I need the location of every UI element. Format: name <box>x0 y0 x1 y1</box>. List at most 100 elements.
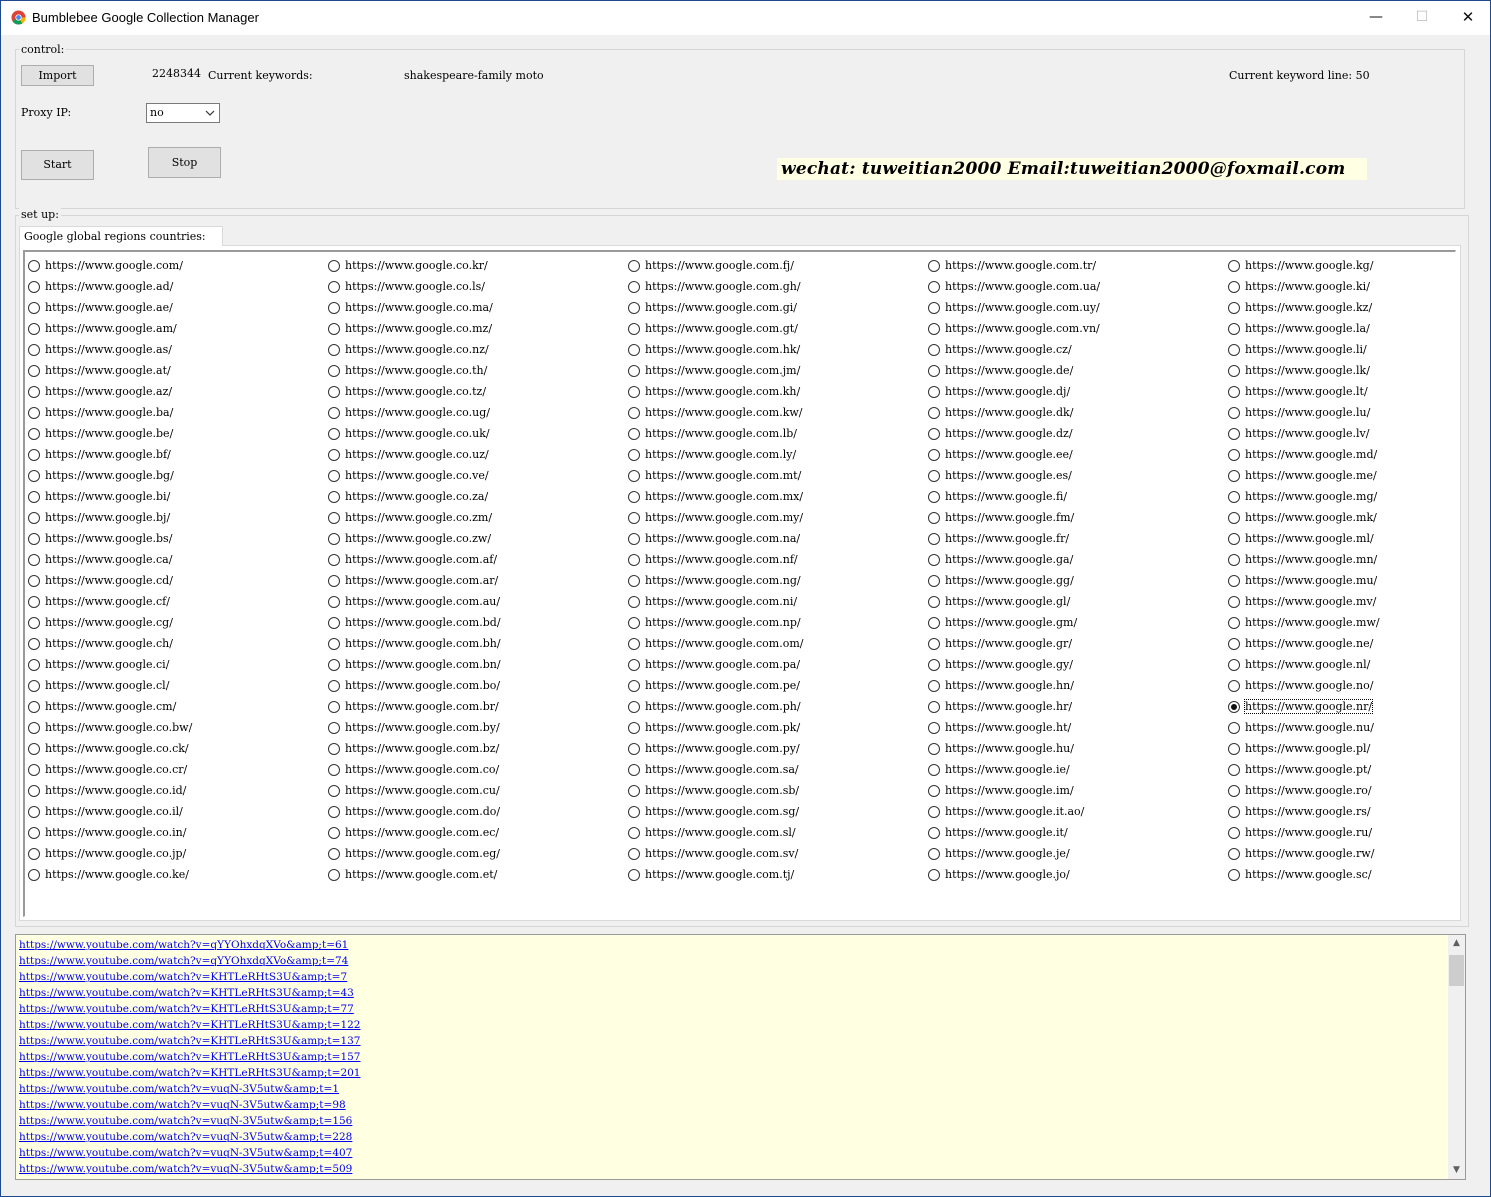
radio-button[interactable] <box>928 785 940 797</box>
radio-button[interactable] <box>928 554 940 566</box>
radio-button[interactable] <box>1228 575 1240 587</box>
radio-button[interactable] <box>628 386 640 398</box>
radio-button[interactable] <box>628 659 640 671</box>
radio-button[interactable] <box>628 470 640 482</box>
radio-button[interactable] <box>928 491 940 503</box>
radio-button[interactable] <box>328 617 340 629</box>
radio-button[interactable] <box>1228 365 1240 377</box>
radio-button[interactable] <box>1228 512 1240 524</box>
radio-button[interactable] <box>28 407 40 419</box>
radio-button[interactable] <box>1228 302 1240 314</box>
radio-button[interactable] <box>928 512 940 524</box>
radio-button[interactable] <box>928 323 940 335</box>
radio-button[interactable] <box>28 617 40 629</box>
radio-button[interactable] <box>1228 281 1240 293</box>
radio-button[interactable] <box>1228 344 1240 356</box>
results-log[interactable]: https://www.youtube.com/watch?v=qYYOhxdq… <box>15 934 1466 1180</box>
radio-button[interactable] <box>1228 323 1240 335</box>
radio-button[interactable] <box>328 764 340 776</box>
radio-button[interactable] <box>28 470 40 482</box>
radio-button[interactable] <box>1228 491 1240 503</box>
radio-button[interactable] <box>628 491 640 503</box>
radio-button[interactable] <box>328 596 340 608</box>
radio-button[interactable] <box>928 659 940 671</box>
radio-button[interactable] <box>28 701 40 713</box>
radio-button[interactable] <box>928 617 940 629</box>
log-scrollbar[interactable]: ▲ ▼ <box>1448 935 1465 1179</box>
radio-button[interactable] <box>1228 260 1240 272</box>
radio-button[interactable] <box>628 449 640 461</box>
radio-button[interactable] <box>1228 554 1240 566</box>
radio-button[interactable] <box>928 428 940 440</box>
radio-button[interactable] <box>628 365 640 377</box>
radio-button[interactable] <box>928 533 940 545</box>
radio-button[interactable] <box>28 722 40 734</box>
radio-button[interactable] <box>628 827 640 839</box>
radio-button[interactable] <box>928 806 940 818</box>
radio-button[interactable] <box>1228 764 1240 776</box>
radio-button[interactable] <box>28 554 40 566</box>
radio-button[interactable] <box>28 449 40 461</box>
radio-button[interactable] <box>628 302 640 314</box>
radio-button[interactable] <box>328 575 340 587</box>
radio-button[interactable] <box>928 869 940 881</box>
radio-button[interactable] <box>28 680 40 692</box>
radio-button[interactable] <box>628 617 640 629</box>
radio-button[interactable] <box>328 365 340 377</box>
log-link[interactable]: https://www.youtube.com/watch?v=qYYOhxdq… <box>19 955 348 967</box>
radio-button[interactable] <box>328 323 340 335</box>
radio-button[interactable] <box>928 386 940 398</box>
radio-button[interactable] <box>628 428 640 440</box>
start-button[interactable]: Start <box>21 150 94 180</box>
radio-button[interactable] <box>28 869 40 881</box>
radio-button[interactable] <box>328 386 340 398</box>
radio-button[interactable] <box>628 722 640 734</box>
radio-button[interactable] <box>28 764 40 776</box>
radio-button[interactable] <box>1228 827 1240 839</box>
radio-button[interactable] <box>328 869 340 881</box>
radio-button[interactable] <box>328 281 340 293</box>
radio-button[interactable] <box>328 512 340 524</box>
radio-button[interactable] <box>928 470 940 482</box>
radio-button[interactable] <box>628 638 640 650</box>
radio-button[interactable] <box>28 386 40 398</box>
radio-button[interactable] <box>628 344 640 356</box>
tab-google-regions[interactable]: Google global regions countries: <box>19 226 223 246</box>
radio-button[interactable] <box>28 806 40 818</box>
radio-button[interactable] <box>928 344 940 356</box>
radio-button[interactable] <box>28 827 40 839</box>
radio-button[interactable] <box>28 323 40 335</box>
radio-button[interactable] <box>1228 638 1240 650</box>
radio-button[interactable] <box>628 575 640 587</box>
radio-button[interactable] <box>1228 848 1240 860</box>
maximize-icon[interactable]: ☐ <box>1399 1 1445 34</box>
radio-button[interactable] <box>928 701 940 713</box>
log-link[interactable]: https://www.youtube.com/watch?v=KHTLeRHt… <box>19 1051 361 1063</box>
radio-button[interactable] <box>28 365 40 377</box>
radio-button[interactable] <box>628 764 640 776</box>
scroll-thumb[interactable] <box>1449 955 1464 986</box>
radio-button[interactable] <box>628 806 640 818</box>
radio-button[interactable] <box>1228 680 1240 692</box>
radio-button[interactable] <box>928 764 940 776</box>
log-link[interactable]: https://www.youtube.com/watch?v=KHTLeRHt… <box>19 1067 361 1079</box>
radio-button[interactable] <box>328 449 340 461</box>
radio-button[interactable] <box>328 743 340 755</box>
radio-button[interactable] <box>928 365 940 377</box>
radio-button[interactable] <box>328 428 340 440</box>
radio-button[interactable] <box>928 260 940 272</box>
radio-button[interactable] <box>928 575 940 587</box>
log-link[interactable]: https://www.youtube.com/watch?v=vuqN-3V5… <box>19 1083 339 1095</box>
log-link[interactable]: https://www.youtube.com/watch?v=KHTLeRHt… <box>19 1019 361 1031</box>
minimize-icon[interactable]: — <box>1353 1 1399 34</box>
radio-button[interactable] <box>328 701 340 713</box>
radio-button[interactable] <box>328 785 340 797</box>
radio-button[interactable] <box>1228 806 1240 818</box>
radio-button[interactable] <box>928 848 940 860</box>
stop-button[interactable]: Stop <box>148 147 221 178</box>
radio-button[interactable] <box>928 281 940 293</box>
radio-button[interactable] <box>28 575 40 587</box>
radio-button[interactable] <box>628 701 640 713</box>
radio-button[interactable] <box>28 596 40 608</box>
proxy-ip-select[interactable]: no <box>146 103 220 123</box>
